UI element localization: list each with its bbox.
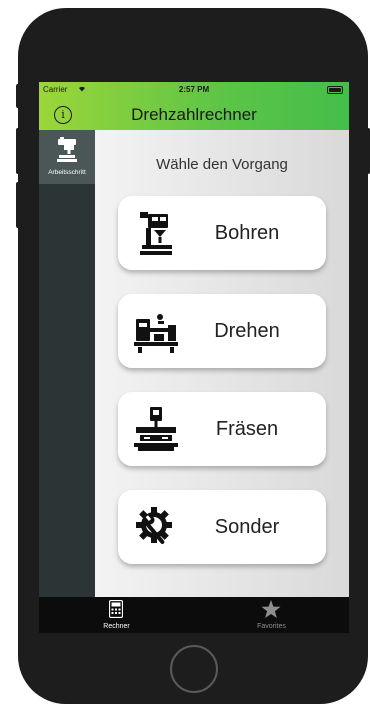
mute-switch (16, 84, 22, 108)
lathe-icon (134, 314, 178, 353)
status-time: 2:57 PM (178, 85, 210, 94)
volume-up-button (16, 128, 22, 174)
tab-label: Favorites (257, 623, 286, 630)
sidebar: Arbeitsschritt (39, 130, 95, 597)
option-drehen-button[interactable]: Drehen (118, 294, 326, 368)
page-title: Drehzahlrechner (131, 105, 257, 124)
star-icon (261, 600, 281, 618)
tab-favorites[interactable]: Favorites (194, 597, 349, 633)
option-fraesen-button[interactable]: Fräsen (118, 392, 326, 466)
option-sonder-button[interactable]: Sonder (118, 490, 326, 564)
sidebar-item-label: Arbeitsschritt (48, 169, 86, 176)
battery-icon (327, 86, 343, 94)
drill-press-icon (57, 137, 77, 162)
tab-bar: Rechner Favorites (39, 597, 349, 633)
gear-wrench-icon (136, 507, 172, 544)
sidebar-item-arbeitsschritt[interactable]: Arbeitsschritt (39, 130, 95, 184)
power-button (364, 128, 370, 174)
option-label: Fräsen (215, 418, 279, 440)
option-bohren-button[interactable]: Bohren (118, 196, 326, 270)
volume-down-button (16, 182, 22, 228)
top-bar: Carrier 2:57 PM i Drehzahlrechner (39, 82, 349, 130)
section-heading: Wähle den Vorgang (156, 156, 288, 173)
milling-machine-icon (134, 407, 178, 451)
tab-label: Rechner (103, 623, 130, 630)
home-button[interactable] (170, 645, 218, 693)
option-label: Bohren (214, 222, 280, 244)
app-screen: Carrier 2:57 PM i Drehzahlrechner Arbeit… (39, 82, 349, 633)
navigation-bar: i Drehzahlrechner (39, 100, 349, 130)
status-bar: Carrier 2:57 PM (39, 82, 349, 98)
main-content: Wähle den Vorgang Bohren Drehen Fräsen S… (95, 130, 349, 597)
option-label: Sonder (214, 516, 280, 538)
option-label: Drehen (214, 320, 280, 342)
drill-press-icon (140, 212, 172, 255)
calculator-icon (109, 600, 123, 618)
tab-rechner[interactable]: Rechner (39, 597, 194, 633)
